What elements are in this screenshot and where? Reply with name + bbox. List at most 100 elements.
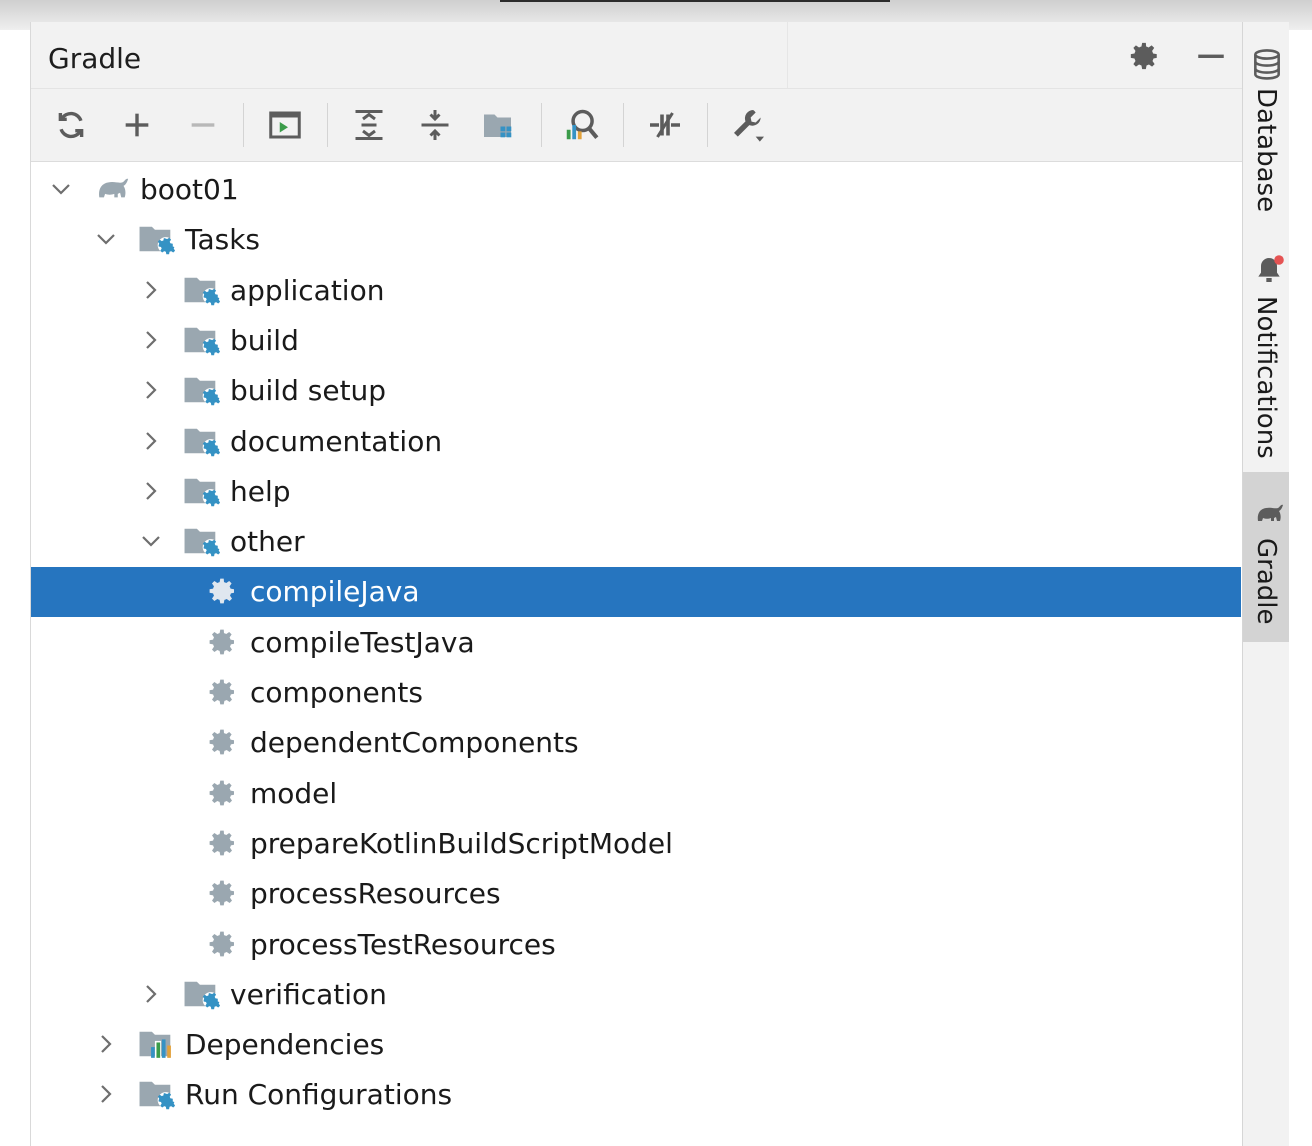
gear-icon [206,575,242,609]
tree-row[interactable]: model [31,769,1241,819]
chevron-right-icon[interactable] [94,1032,118,1056]
toolbar-separator [707,103,708,147]
task-folder-icon [183,474,221,508]
group-modules-icon[interactable] [477,103,521,147]
tree-row[interactable]: Tasks [31,215,1241,265]
chevron-right-icon[interactable] [139,328,163,352]
task-folder-icon [138,222,176,256]
task-folder-icon [183,273,221,307]
task-folder-icon [183,524,221,558]
tree-row[interactable]: processTestResources [31,920,1241,970]
tab-notifications-label: Notifications [1251,296,1281,459]
task-folder-icon [183,373,221,407]
tree-row-label: build setup [230,374,387,408]
chevron-right-icon[interactable] [139,982,163,1006]
toolbar-separator [327,103,328,147]
tree-row-label: prepareKotlinBuildScriptModel [250,826,673,860]
tree-row-label: boot01 [140,173,239,206]
tree-row[interactable]: Dependencies [31,1020,1241,1070]
plus-icon[interactable] [115,103,159,147]
dependencies-icon [138,1027,174,1061]
tree-row[interactable]: compileTestJava [31,618,1241,668]
gear-icon [206,777,242,811]
build-tool-settings-icon[interactable] [727,103,771,147]
gear-icon [206,928,242,962]
gear-icon [206,877,242,911]
gear-icon [206,827,242,861]
toolbar-separator [623,103,624,147]
panel-header: Gradle [31,22,1243,89]
tree-row-label: components [250,676,423,709]
toolbar-separator [243,103,244,147]
tree-row-label: Dependencies [185,1028,385,1062]
gear-icon[interactable] [1124,36,1164,76]
chevron-right-icon[interactable] [139,479,163,503]
gear-icon [206,726,242,760]
task-folder-icon [183,323,221,357]
task-folder-icon [183,977,221,1011]
chevron-down-icon[interactable] [49,177,73,201]
reload-icon[interactable] [49,103,93,147]
tree-row-label: application [230,273,385,307]
tree-row[interactable]: documentation [31,417,1241,467]
elephant-icon [93,172,129,206]
tab-notifications[interactable]: Notifications [1243,252,1289,462]
tab-gradle[interactable]: Gradle [1243,472,1289,642]
tree-row[interactable]: verification [31,970,1241,1020]
tree-row[interactable]: Run Configurations [31,1070,1241,1120]
analyze-dependencies-icon[interactable] [559,103,603,147]
gradle-toolbar [31,89,1243,162]
database-icon [1253,48,1281,80]
tree-row-label: model [250,776,338,810]
tree-row[interactable]: prepareKotlinBuildScriptModel [31,819,1241,869]
header-divider [787,22,788,88]
tree-row-label: build [230,323,299,357]
tree-row[interactable]: dependentComponents [31,718,1241,768]
gear-icon [206,626,242,660]
collapse-all-icon[interactable] [413,103,457,147]
tab-database[interactable]: Database [1243,42,1289,242]
tree-row-label: help [230,474,291,508]
tree-row-label: compileJava [250,575,420,609]
chevron-down-icon[interactable] [94,227,118,251]
task-folder-icon [138,1077,176,1111]
execute-task-icon[interactable] [263,103,307,147]
chevron-right-icon[interactable] [139,429,163,453]
bell-icon [1253,254,1284,282]
tree-row-label: compileTestJava [250,625,475,659]
tab-database-label: Database [1251,88,1281,213]
tree-row[interactable]: processResources [31,869,1241,919]
tree-row-label: Run Configurations [185,1078,453,1112]
toggle-offline-icon[interactable] [643,103,687,147]
gradle-tool-window: Gradle boot01 Tasks application build bu… [30,22,1243,1146]
tree-row-label: other [230,525,305,559]
tree-row[interactable]: components [31,668,1241,718]
tree-row[interactable]: build [31,316,1241,366]
tree-row-label: processResources [250,877,501,911]
tree-row-selected[interactable]: compileJava [31,567,1241,618]
minimize-icon[interactable] [1191,36,1231,76]
chevron-right-icon[interactable] [139,378,163,402]
chevron-right-icon[interactable] [139,278,163,302]
minus-icon[interactable] [181,103,225,147]
panel-title: Gradle [48,42,142,75]
tree-row[interactable]: boot01 [31,165,1241,215]
right-tool-stripe: Database Notifications Gradle [1242,22,1289,1146]
tree-row-label: documentation [230,424,443,458]
toolbar-separator [541,103,542,147]
tree-row[interactable]: help [31,467,1241,517]
tab-gradle-label: Gradle [1251,538,1281,625]
expand-all-icon[interactable] [347,103,391,147]
tree-row[interactable]: application [31,266,1241,316]
chevron-down-icon[interactable] [139,529,163,553]
gear-icon [206,676,242,710]
tree-row-label: verification [230,977,387,1011]
tree-row-label: processTestResources [250,927,556,961]
tab-indicator [500,0,890,2]
tree-row-label: Tasks [185,223,261,257]
task-folder-icon [183,424,221,458]
chevron-right-icon[interactable] [94,1082,118,1106]
tree-row-label: dependentComponents [250,726,579,760]
tree-row[interactable]: other [31,517,1241,567]
tree-row[interactable]: build setup [31,366,1241,416]
